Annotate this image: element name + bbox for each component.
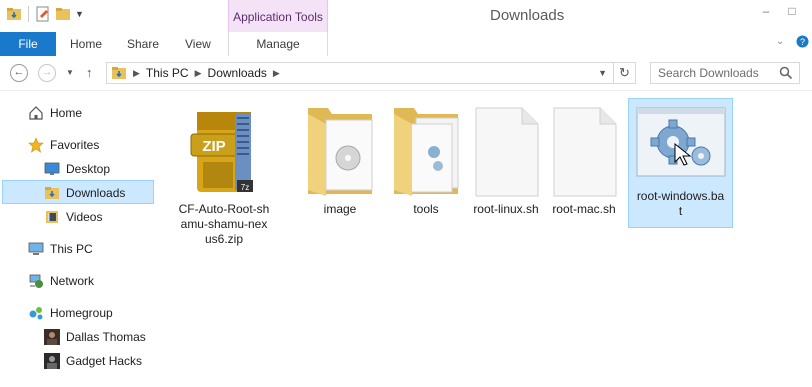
tab-manage[interactable]: Manage	[228, 32, 328, 57]
ribbon-collapse-chevron-icon[interactable]: ⌄	[776, 36, 784, 47]
folder-icon	[394, 108, 459, 196]
properties-icon[interactable]	[35, 6, 51, 22]
tab-file[interactable]: File	[0, 32, 56, 56]
folder-icon	[308, 108, 373, 196]
sidebar-item-label: Homegroup	[50, 306, 113, 320]
refresh-button[interactable]: ↻	[614, 62, 636, 84]
sidebar-item-label: Network	[50, 274, 95, 288]
sidebar-item-label: This PC	[50, 242, 93, 256]
file-view: ZIP 7z CF-Auto-Root-sh amu-shamu-nex us6…	[160, 92, 812, 387]
forward-button[interactable]: →	[38, 64, 56, 82]
maximize-icon[interactable]: □	[780, 0, 804, 22]
file-item-cf-auto-root-zip[interactable]: ZIP 7z CF-Auto-Root-sh amu-shamu-nex us6…	[174, 98, 274, 247]
explorer-icon[interactable]	[6, 6, 22, 22]
sidebar-item-gadget-hacks[interactable]: Gadget Hacks	[44, 350, 142, 372]
file-name-line: amu-shamu-nex	[180, 217, 268, 231]
file-item-root-windows-bat[interactable]: root-windows.ba t	[628, 98, 733, 228]
sidebar-item-dallas-thomas[interactable]: Dallas Thomas	[44, 326, 146, 348]
chevron-down-icon[interactable]: ▼	[75, 9, 84, 19]
ribbon-tab-bar: File Home Share View Manage ⌄ ?	[0, 32, 812, 57]
file-name-line: root-mac.sh	[552, 202, 616, 216]
file-item-image-folder[interactable]: image	[290, 98, 390, 217]
tab-share[interactable]: Share	[127, 32, 159, 56]
breadcrumb-separator-icon[interactable]: ▶	[133, 68, 140, 79]
sidebar-item-downloads[interactable]: Downloads	[44, 182, 125, 204]
file-name-line: us6.zip	[204, 232, 244, 246]
breadcrumb-separator-icon[interactable]: ▶	[195, 68, 202, 79]
file-item-root-mac-sh[interactable]: root-mac.sh	[534, 98, 634, 217]
up-arrow-icon[interactable]: ↑	[86, 65, 93, 80]
sidebar-item-label: Gadget Hacks	[66, 354, 143, 368]
help-icon[interactable]: ?	[796, 35, 809, 51]
search-placeholder: Search Downloads	[658, 66, 759, 80]
blank-file-icon	[553, 107, 617, 197]
sidebar-item-desktop[interactable]: Desktop	[44, 158, 110, 180]
minimize-icon[interactable]: –	[754, 0, 778, 22]
window-title: Downloads	[490, 7, 565, 24]
context-tab-group-label: Application Tools	[228, 0, 328, 32]
blank-file-icon	[475, 107, 539, 197]
star-icon	[28, 137, 44, 153]
downloads-folder-icon	[45, 187, 59, 199]
sidebar-item-label: Downloads	[66, 186, 126, 200]
sidebar-item-videos[interactable]: Videos	[44, 206, 102, 228]
title-bar: ▼ Application Tools Downloads – □	[0, 0, 812, 32]
sidebar-item-label: Dallas Thomas	[66, 330, 146, 344]
search-input[interactable]: Search Downloads	[650, 62, 800, 84]
back-button[interactable]: ←	[10, 64, 28, 82]
file-name-line: image	[323, 202, 357, 216]
file-name-line: t	[678, 204, 683, 218]
sidebar-item-network[interactable]: Network	[28, 270, 94, 292]
videos-icon	[46, 211, 58, 223]
user-avatar-icon	[44, 353, 60, 369]
sidebar-item-home[interactable]: Home	[28, 102, 82, 124]
address-bar[interactable]: ▶ This PC ▶ Downloads ▶ ▼	[106, 62, 614, 84]
quick-access-toolbar: ▼	[6, 6, 84, 22]
breadcrumb-downloads[interactable]: Downloads	[208, 66, 267, 80]
homegroup-icon	[29, 307, 43, 320]
svg-text:ZIP: ZIP	[202, 138, 225, 155]
batch-gear-icon	[636, 107, 725, 177]
qat-separator	[28, 6, 29, 22]
downloads-folder-icon	[112, 67, 126, 79]
sidebar-item-this-pc[interactable]: This PC	[28, 238, 93, 260]
sidebar-item-favorites[interactable]: Favorites	[28, 134, 99, 156]
tab-home[interactable]: Home	[70, 32, 102, 56]
sidebar-item-label: Videos	[66, 210, 103, 224]
home-icon	[29, 106, 43, 120]
user-avatar-icon	[44, 329, 60, 345]
zip-archive-icon: ZIP 7z	[190, 112, 253, 192]
sidebar-item-label: Home	[50, 106, 83, 120]
navigation-pane: Home Favorites Desktop Downloads Videos …	[0, 92, 160, 387]
tab-view[interactable]: View	[185, 32, 211, 56]
network-icon	[29, 274, 43, 288]
sidebar-item-homegroup[interactable]: Homegroup	[28, 302, 113, 324]
sidebar-item-label: Desktop	[66, 162, 111, 176]
svg-text:?: ?	[800, 37, 805, 47]
file-name-line: root-windows.ba	[636, 189, 725, 203]
address-history-chevron-icon[interactable]: ▼	[598, 68, 607, 78]
sidebar-item-label: Favorites	[50, 138, 100, 152]
address-row: ← → ▼ ↑ ▶ This PC ▶ Downloads ▶ ▼ ↻ Sear…	[0, 56, 812, 91]
new-folder-icon[interactable]	[55, 6, 71, 22]
computer-icon	[28, 242, 44, 255]
desktop-icon	[44, 162, 60, 175]
breadcrumb-separator-icon[interactable]: ▶	[273, 68, 280, 79]
search-icon[interactable]	[779, 66, 793, 80]
svg-text:7z: 7z	[241, 183, 249, 192]
breadcrumb-this-pc[interactable]: This PC	[146, 66, 189, 80]
file-name-line: CF-Auto-Root-sh	[178, 202, 270, 216]
recent-locations-chevron-icon[interactable]: ▼	[66, 68, 74, 77]
